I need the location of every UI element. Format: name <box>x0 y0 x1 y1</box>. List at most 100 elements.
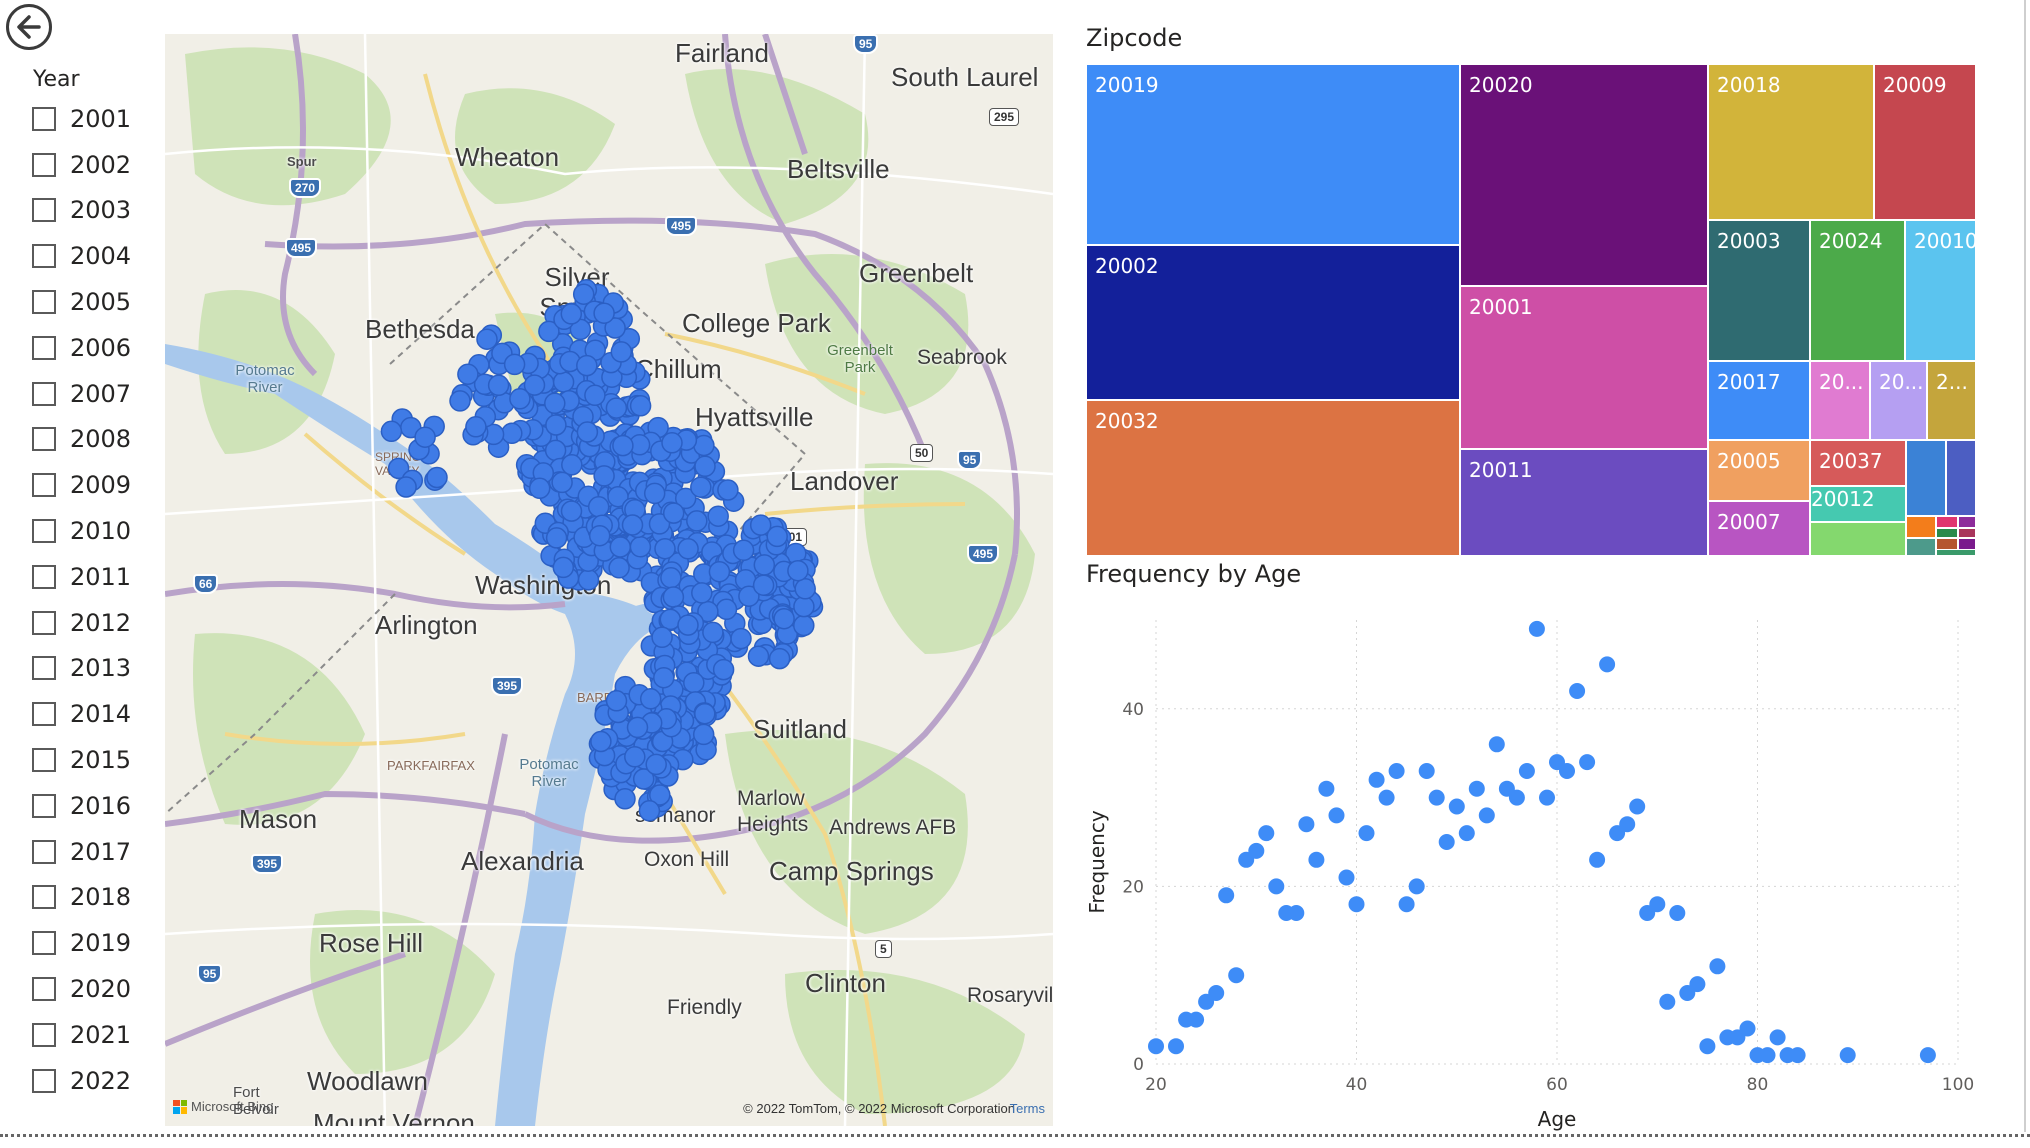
checkbox[interactable] <box>32 1068 56 1093</box>
map-point[interactable] <box>551 471 573 494</box>
map-point[interactable] <box>503 353 526 376</box>
scatter-point[interactable] <box>1468 780 1485 797</box>
map-point[interactable] <box>686 510 708 532</box>
slicer-item-2013[interactable]: 2013 <box>30 646 170 692</box>
map-point[interactable] <box>544 392 566 415</box>
treemap-tile[interactable]: 20005 <box>1708 440 1810 501</box>
checkbox[interactable] <box>32 198 56 223</box>
treemap-tile[interactable]: 20009 <box>1874 64 1976 220</box>
scatter-point[interactable] <box>1759 1047 1776 1064</box>
slicer-item-2017[interactable]: 2017 <box>30 829 170 875</box>
slicer-item-2002[interactable]: 2002 <box>30 142 170 188</box>
slicer-item-2015[interactable]: 2015 <box>30 737 170 783</box>
scatter-point[interactable] <box>1769 1029 1786 1046</box>
map-point[interactable] <box>588 524 611 547</box>
checkbox[interactable] <box>32 152 56 177</box>
map-point[interactable] <box>690 476 712 498</box>
scatter-point[interactable] <box>1569 683 1586 699</box>
scatter-point[interactable] <box>1308 851 1325 868</box>
map-point[interactable] <box>683 671 705 694</box>
scatter-point[interactable] <box>1388 763 1405 779</box>
scatter-point[interactable] <box>1318 780 1335 797</box>
scatter-point[interactable] <box>1589 851 1606 868</box>
map-point[interactable] <box>708 560 731 583</box>
map-point[interactable] <box>544 439 567 462</box>
scatter-point[interactable] <box>1739 1020 1756 1037</box>
checkbox[interactable] <box>32 793 56 818</box>
map-point[interactable] <box>702 621 724 644</box>
map-point[interactable] <box>662 586 685 608</box>
scatter-point[interactable] <box>1418 763 1435 779</box>
map-point[interactable] <box>552 556 575 579</box>
map-point[interactable] <box>545 527 568 549</box>
map-point[interactable] <box>661 432 683 454</box>
map-point[interactable] <box>651 626 673 649</box>
slicer-item-2010[interactable]: 2010 <box>30 508 170 554</box>
treemap-tile[interactable]: 20001 <box>1460 286 1708 449</box>
map-point[interactable] <box>659 608 682 631</box>
scatter-point[interactable] <box>1649 896 1666 913</box>
treemap-tile[interactable]: 20024 <box>1810 220 1905 361</box>
treemap-tile[interactable] <box>1936 549 1976 556</box>
map-point[interactable] <box>645 753 667 776</box>
zipcode-treemap[interactable]: 20019 20002 20032 20020 20001 20011 20018 20009… <box>1086 64 1976 556</box>
map-point[interactable] <box>587 496 610 518</box>
checkbox[interactable] <box>32 290 56 315</box>
map-point[interactable] <box>593 302 615 324</box>
slicer-item-2006[interactable]: 2006 <box>30 325 170 371</box>
treemap-tile[interactable]: 20037 <box>1810 440 1906 486</box>
slicer-item-2021[interactable]: 2021 <box>30 1012 170 1058</box>
slicer-item-2018[interactable]: 2018 <box>30 875 170 921</box>
slicer-item-2012[interactable]: 2012 <box>30 600 170 646</box>
map-point[interactable] <box>730 627 752 650</box>
treemap-tile[interactable]: 20032 <box>1086 400 1460 556</box>
treemap-tile[interactable] <box>1810 522 1906 556</box>
treemap-tile[interactable]: 20003 <box>1708 220 1810 361</box>
checkbox[interactable] <box>32 335 56 360</box>
slicer-item-2003[interactable]: 2003 <box>30 188 170 234</box>
treemap-tile[interactable]: 20011 <box>1460 449 1708 556</box>
scatter-point[interactable] <box>1518 763 1535 779</box>
scatter-point[interactable] <box>1559 763 1575 779</box>
scatter-point[interactable] <box>1368 771 1385 788</box>
map-point[interactable] <box>773 607 795 630</box>
slicer-item-2008[interactable]: 2008 <box>30 417 170 463</box>
treemap-tile[interactable] <box>1906 516 1936 538</box>
map-point[interactable] <box>577 569 600 591</box>
scatter-point[interactable] <box>1348 896 1365 913</box>
map-point[interactable] <box>638 800 661 822</box>
treemap-tile[interactable] <box>1958 528 1976 538</box>
map-point[interactable] <box>768 647 791 670</box>
map-point[interactable] <box>717 479 739 501</box>
map-point[interactable] <box>610 341 633 363</box>
map-point[interactable] <box>643 482 666 505</box>
map-point[interactable] <box>732 539 755 562</box>
slicer-item-2004[interactable]: 2004 <box>30 233 170 279</box>
map-point[interactable] <box>749 514 772 536</box>
treemap-tile[interactable]: 20017 <box>1708 361 1810 440</box>
map-visual[interactable]: Fairland South Laurel Wheaton Beltsville… <box>165 34 1053 1126</box>
scatter-point[interactable] <box>1258 825 1275 842</box>
checkbox[interactable] <box>32 610 56 635</box>
checkbox[interactable] <box>32 702 56 727</box>
scatter-point[interactable] <box>1288 905 1305 921</box>
map-point[interactable] <box>747 645 770 667</box>
map-point[interactable] <box>629 395 652 417</box>
scatter-point[interactable] <box>1218 887 1235 904</box>
scatter-point[interactable] <box>1248 842 1265 859</box>
treemap-tile[interactable] <box>1946 440 1976 516</box>
slicer-item-2020[interactable]: 2020 <box>30 966 170 1012</box>
checkbox[interactable] <box>32 656 56 681</box>
checkbox[interactable] <box>32 244 56 269</box>
map-point[interactable] <box>609 536 632 558</box>
checkbox[interactable] <box>32 839 56 864</box>
map-point[interactable] <box>694 702 716 725</box>
slicer-item-2019[interactable]: 2019 <box>30 920 170 966</box>
treemap-tile[interactable] <box>1936 516 1958 528</box>
treemap-tile[interactable]: 20... <box>1870 361 1927 440</box>
map-point[interactable] <box>691 582 713 604</box>
scatter-point[interactable] <box>1599 656 1616 673</box>
checkbox[interactable] <box>32 427 56 452</box>
map-point[interactable] <box>707 505 729 527</box>
treemap-tile[interactable] <box>1906 538 1936 556</box>
